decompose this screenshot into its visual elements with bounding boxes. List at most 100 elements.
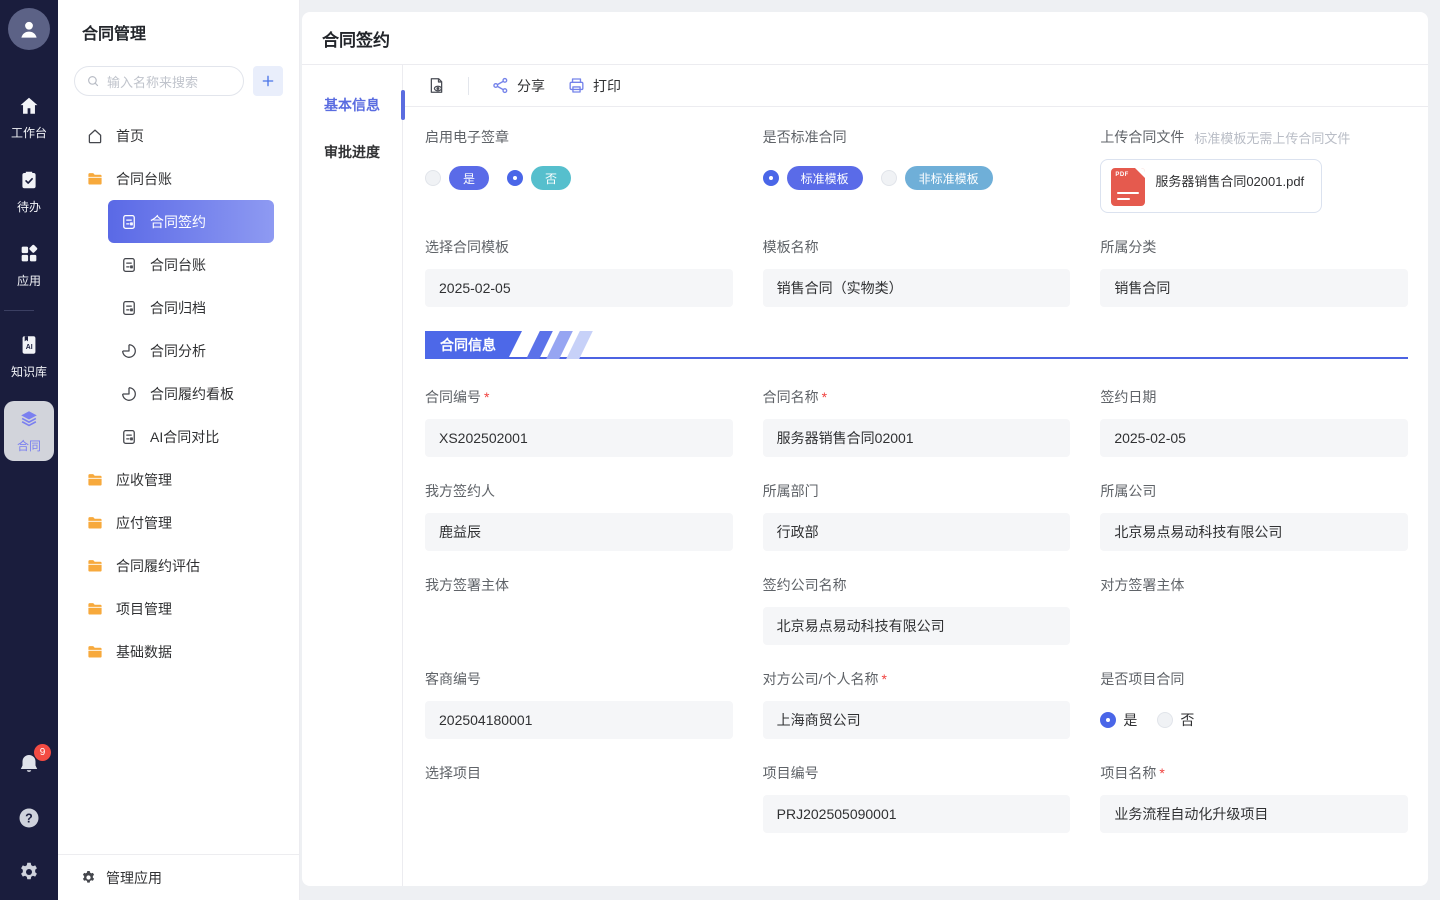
field-label: 是否标准合同 xyxy=(763,127,1071,147)
field-select-project: 选择项目 xyxy=(425,763,733,833)
field-label-text: 我方签约人 xyxy=(425,481,495,501)
sidebar-item-label: 合同台账 xyxy=(150,255,206,275)
section-header: 合同信息 xyxy=(425,331,1408,359)
sidebar-item[interactable]: 应收管理 xyxy=(74,458,274,501)
help-button[interactable]: ? xyxy=(17,806,41,830)
rail-item-label: 应用 xyxy=(17,272,41,289)
preview-icon xyxy=(427,76,446,95)
file-name: 服务器销售合同02001.pdf xyxy=(1155,171,1304,204)
project-no-input[interactable]: PRJ202505090001 xyxy=(763,795,1071,833)
radio-unchecked[interactable] xyxy=(425,170,441,186)
sidebar-item[interactable]: 合同履约评估 xyxy=(74,544,274,587)
share-icon xyxy=(491,76,510,95)
sidebar-item[interactable]: 合同签约 xyxy=(108,200,274,243)
form-row: 选择项目项目编号PRJ202505090001项目名称*业务流程自动化升级项目 xyxy=(425,763,1408,833)
template-name-input[interactable]: 销售合同（实物类） xyxy=(763,269,1071,307)
radio-checked[interactable] xyxy=(763,170,779,186)
home-outline-icon xyxy=(86,127,104,145)
radio-checked[interactable] xyxy=(1100,712,1116,728)
notification-badge: 9 xyxy=(34,744,51,761)
template-date-input[interactable]: 2025-02-05 xyxy=(425,269,733,307)
share-button[interactable]: 分享 xyxy=(491,76,545,96)
field-label: 项目编号 xyxy=(763,763,1071,783)
rail-item-workbench[interactable]: 工作台 xyxy=(4,88,54,148)
notifications-button[interactable]: 9 xyxy=(17,752,41,776)
rail-item-contract[interactable]: 合同 xyxy=(4,401,54,461)
rail-item-todo[interactable]: 待办 xyxy=(4,162,54,222)
category-input[interactable]: 销售合同 xyxy=(1100,269,1408,307)
sidebar-item-label: 首页 xyxy=(116,126,144,146)
customer-no-input[interactable]: 202504180001 xyxy=(425,701,733,739)
sidebar-item[interactable]: 合同履约看板 xyxy=(108,372,274,415)
radio-unchecked[interactable] xyxy=(881,170,897,186)
search-input[interactable]: 输入名称来搜索 xyxy=(74,66,244,96)
field-label: 模板名称 xyxy=(763,237,1071,257)
uploaded-file-card[interactable]: PDF 服务器销售合同02001.pdf xyxy=(1100,159,1322,213)
project-name-input[interactable]: 业务流程自动化升级项目 xyxy=(1100,795,1408,833)
our-signer-input[interactable]: 鹿益辰 xyxy=(425,513,733,551)
required-asterisk: * xyxy=(1159,765,1164,781)
sidebar-item[interactable]: 合同分析 xyxy=(108,329,274,372)
standard-contract-radio-group: 标准模板 非标准模板 xyxy=(763,159,1071,197)
radio-option-label[interactable]: 是 xyxy=(1123,710,1137,730)
radio-pill-label[interactable]: 标准模板 xyxy=(787,166,863,190)
contract-no-input[interactable]: XS202502001 xyxy=(425,419,733,457)
folder-icon xyxy=(86,170,104,188)
sidebar-item[interactable]: 首页 xyxy=(74,114,274,157)
company-input[interactable]: 北京易点易动科技有限公司 xyxy=(1100,513,1408,551)
manage-apps-button[interactable]: 管理应用 xyxy=(58,854,299,900)
radio-option-label[interactable]: 否 xyxy=(1180,710,1194,730)
rail-item-apps[interactable]: 应用 xyxy=(4,236,54,296)
preview-document-button[interactable] xyxy=(427,76,446,95)
folder-icon xyxy=(86,514,104,532)
settings-button[interactable] xyxy=(17,860,41,884)
sign-date-input[interactable]: 2025-02-05 xyxy=(1100,419,1408,457)
radio-pill-label[interactable]: 非标准模板 xyxy=(905,166,993,190)
required-asterisk: * xyxy=(822,389,827,405)
sidebar-item[interactable]: AI合同对比 xyxy=(108,415,274,458)
page-title: 合同签约 xyxy=(302,12,1428,65)
doc-icon xyxy=(120,299,138,317)
sign-company-input[interactable]: 北京易点易动科技有限公司 xyxy=(763,607,1071,645)
rail-bottom: 9 ? xyxy=(17,752,41,900)
contract-name-input[interactable]: 服务器销售合同02001 xyxy=(763,419,1071,457)
radio-unchecked[interactable] xyxy=(1157,712,1173,728)
field-standard-contract: 是否标准合同标准模板 非标准模板 xyxy=(763,127,1071,213)
folder-icon xyxy=(86,643,104,661)
sidebar-item-label: AI合同对比 xyxy=(150,427,219,447)
sidebar-item-label: 合同分析 xyxy=(150,341,206,361)
field-label-text: 对方公司/个人名称 xyxy=(763,669,879,689)
field-label-text: 合同名称 xyxy=(763,387,819,407)
field-label: 上传合同文件标准模板无需上传合同文件 xyxy=(1100,127,1408,147)
avatar[interactable] xyxy=(8,8,50,50)
sidebar-item[interactable]: 应付管理 xyxy=(74,501,274,544)
tab-approval-progress[interactable]: 审批进度 xyxy=(302,128,402,175)
field-label: 所属分类 xyxy=(1100,237,1408,257)
radio-pill-label[interactable]: 是 xyxy=(449,166,489,190)
pdf-file-icon: PDF xyxy=(1111,168,1145,206)
field-label-text: 是否标准合同 xyxy=(763,127,847,147)
sidebar-item[interactable]: 合同台账 xyxy=(108,243,274,286)
rail-item-knowledge[interactable]: AI知识库 xyxy=(4,327,54,387)
tab-basic-info[interactable]: 基本信息 xyxy=(302,81,402,128)
field-hint: 标准模板无需上传合同文件 xyxy=(1194,128,1350,147)
sidebar-item-label: 基础数据 xyxy=(116,642,172,662)
sidebar-item[interactable]: 项目管理 xyxy=(74,587,274,630)
field-label: 对方签署主体 xyxy=(1100,575,1408,595)
sidebar-item[interactable]: 合同归档 xyxy=(108,286,274,329)
sidebar-item[interactable]: 合同台账 xyxy=(74,157,274,200)
gear-icon xyxy=(17,860,41,884)
required-asterisk: * xyxy=(882,671,887,687)
radio-pill-label[interactable]: 否 xyxy=(531,166,571,190)
pie-icon xyxy=(120,342,138,360)
sidebar-item[interactable]: 基础数据 xyxy=(74,630,274,673)
print-button[interactable]: 打印 xyxy=(567,76,621,96)
field-label-text: 模板名称 xyxy=(763,237,819,257)
counterparty-name-input[interactable]: 上海商贸公司 xyxy=(763,701,1071,739)
department-input[interactable]: 行政部 xyxy=(763,513,1071,551)
radio-checked[interactable] xyxy=(507,170,523,186)
add-button[interactable] xyxy=(253,66,283,96)
sidebar-top: 合同管理 输入名称来搜索 xyxy=(58,0,299,114)
question-icon: ? xyxy=(17,806,41,830)
pdf-line xyxy=(1117,198,1130,201)
